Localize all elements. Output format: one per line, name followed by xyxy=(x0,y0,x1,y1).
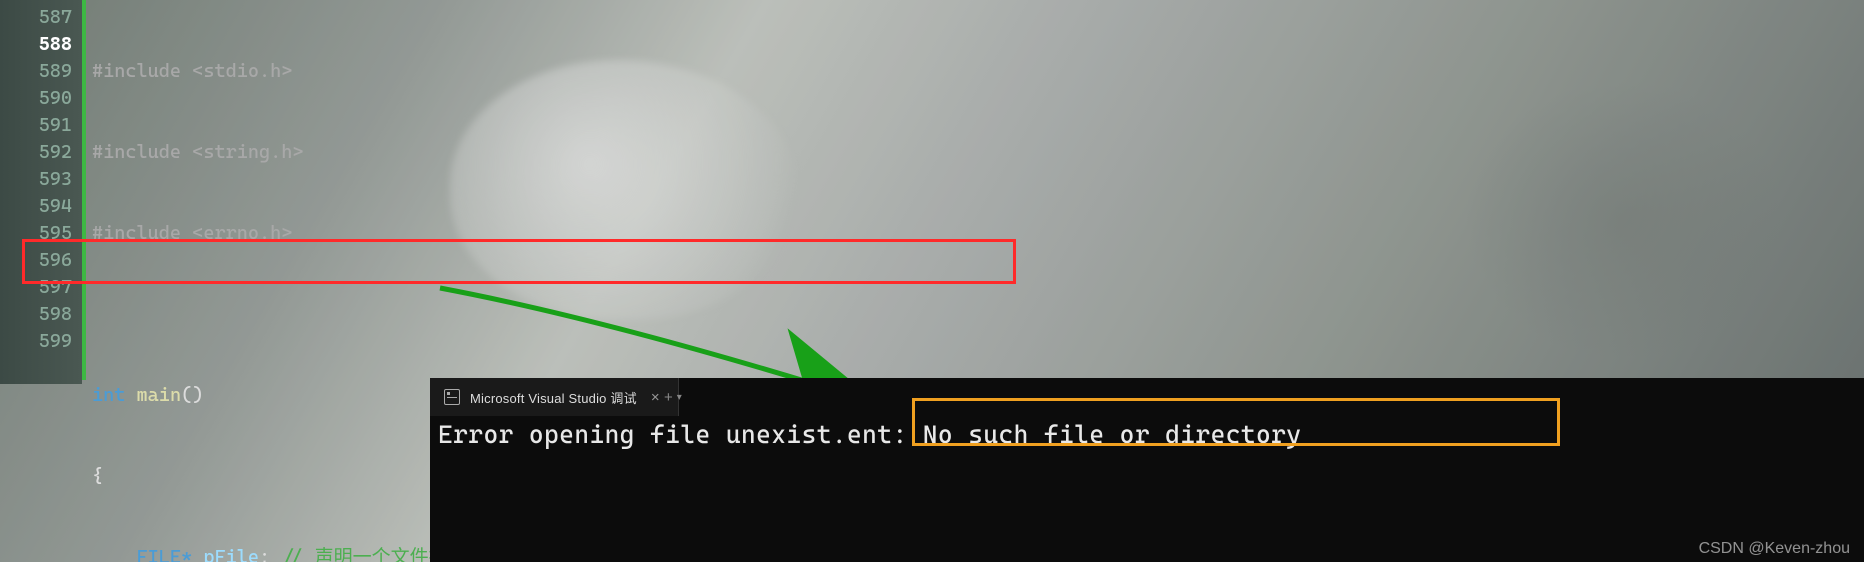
line-number: 587 xyxy=(0,4,82,31)
code-line[interactable]: #include <string.h> xyxy=(92,139,1722,166)
terminal-tab-title: Microsoft Visual Studio 调试 xyxy=(470,388,637,407)
line-number: 598 xyxy=(0,301,82,328)
line-number: 599 xyxy=(0,328,82,355)
line-number: 594 xyxy=(0,193,82,220)
code-line[interactable]: #include <errno.h> xyxy=(92,220,1722,247)
gutter-change-marker xyxy=(82,0,86,380)
new-tab-button[interactable]: +▾ xyxy=(652,378,694,416)
line-number: 595 xyxy=(0,220,82,247)
terminal-output: Error opening file unexist.ent: No such … xyxy=(438,420,1301,449)
terminal-icon xyxy=(444,389,460,405)
line-number: 590 xyxy=(0,85,82,112)
line-number: 596 xyxy=(0,247,82,274)
line-number: 591 xyxy=(0,112,82,139)
terminal-tab[interactable]: Microsoft Visual Studio 调试 × xyxy=(430,378,679,416)
watermark: CSDN @Keven-zhou xyxy=(1699,540,1850,558)
line-number: 592 xyxy=(0,139,82,166)
line-number-current: 588 xyxy=(0,31,82,58)
terminal-panel: Microsoft Visual Studio 调试 × +▾ Error op… xyxy=(430,378,1864,562)
code-line[interactable] xyxy=(92,301,1722,328)
line-number: 593 xyxy=(0,166,82,193)
code-line[interactable]: #include <stdio.h> xyxy=(92,58,1722,85)
line-number: 597 xyxy=(0,274,82,301)
line-number: 589 xyxy=(0,58,82,85)
chevron-down-icon[interactable]: ▾ xyxy=(677,392,682,403)
line-number-gutter: 587 588 589 590 591 592 593 594 595 596 … xyxy=(0,0,82,384)
